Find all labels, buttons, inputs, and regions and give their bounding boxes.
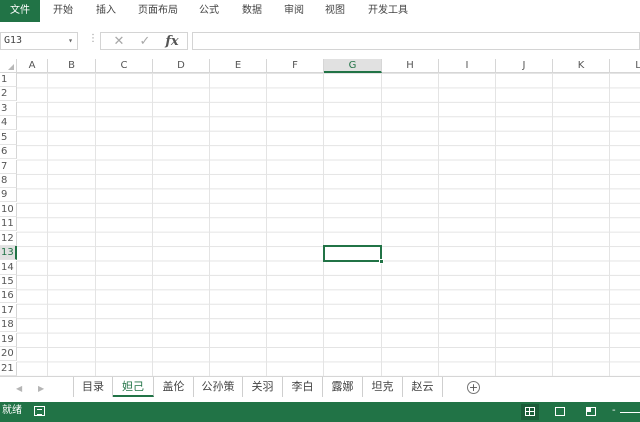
row-header-14[interactable]: 14 — [0, 260, 17, 275]
row-header-20[interactable]: 20 — [0, 347, 17, 362]
name-box-value: G13 — [4, 35, 23, 46]
page-layout-icon — [555, 407, 565, 416]
sheet-tab[interactable]: 关羽 — [243, 377, 283, 397]
row-header-16[interactable]: 16 — [0, 289, 17, 304]
gridline-vertical — [381, 73, 382, 376]
column-header-b[interactable]: B — [48, 59, 96, 73]
gridline-vertical — [47, 73, 48, 376]
row-header-7[interactable]: 7 — [0, 159, 17, 174]
close-icon[interactable]: ✕ — [111, 34, 127, 50]
active-cell-selection[interactable] — [323, 245, 384, 264]
file-tab[interactable]: 文件 — [0, 0, 40, 22]
sheet-tab[interactable]: 妲己 — [113, 377, 154, 397]
column-header-f[interactable]: F — [267, 59, 324, 73]
name-box[interactable]: G13 ▾ — [0, 32, 78, 50]
zoom-slider[interactable] — [620, 412, 640, 413]
sheet-nav-prev-icon[interactable]: ◀ — [16, 384, 22, 393]
column-header-k[interactable]: K — [553, 59, 610, 73]
formula-bar: G13 ▾ ⋮ ✕ ✓ fx — [0, 30, 640, 52]
column-header-g[interactable]: G — [324, 59, 382, 73]
sheet-tab[interactable]: 公孙策 — [194, 377, 243, 397]
ribbon-tab-7[interactable]: 视图 — [325, 0, 351, 22]
ribbon-tab-2[interactable]: 插入 — [96, 0, 122, 22]
ribbon-tab-4[interactable]: 公式 — [199, 0, 225, 22]
grid-view-icon — [525, 407, 535, 416]
add-sheet-button[interactable]: + — [467, 381, 480, 394]
column-header-i[interactable]: I — [439, 59, 496, 73]
cell-area[interactable] — [17, 73, 640, 376]
sheet-nav-next-icon[interactable]: ▶ — [38, 384, 44, 393]
sheet-tab-bar: ◀ ▶ + 目录 妲己 盖伦 公孙策 关羽 李白 露娜 坦克 赵云 — [0, 376, 640, 402]
page-break-view-button[interactable] — [582, 404, 600, 420]
row-header-8[interactable]: 8 — [0, 174, 17, 188]
formula-input[interactable] — [192, 32, 640, 50]
page-break-icon — [586, 407, 596, 416]
gridline-vertical — [495, 73, 496, 376]
gridline-vertical — [323, 73, 324, 376]
formula-bar-buttons: ✕ ✓ fx — [100, 32, 188, 50]
row-header-5[interactable]: 5 — [0, 130, 17, 145]
chevron-down-icon[interactable]: ▾ — [68, 33, 73, 49]
sheet-tab[interactable]: 坦克 — [363, 377, 403, 397]
row-header-9[interactable]: 9 — [0, 188, 17, 203]
row-header-1[interactable]: 1 — [0, 73, 17, 87]
column-header-a[interactable]: A — [17, 59, 48, 73]
status-bar: 就绪 - — [0, 402, 640, 422]
ribbon-tab-8[interactable]: 开发工具 — [368, 0, 412, 22]
gridline-vertical — [266, 73, 267, 376]
zoom-out-button[interactable]: - — [612, 406, 616, 416]
gridline-vertical — [438, 73, 439, 376]
row-header-18[interactable]: 18 — [0, 318, 17, 333]
column-header-e[interactable]: E — [210, 59, 267, 73]
column-header-l[interactable]: L — [610, 59, 640, 73]
row-header-4[interactable]: 4 — [0, 116, 17, 131]
sheet-tab[interactable]: 盖伦 — [154, 377, 194, 397]
row-header-3[interactable]: 3 — [0, 101, 17, 116]
ribbon-tab-1[interactable]: 开始 — [53, 0, 79, 22]
column-header-j[interactable]: J — [496, 59, 553, 73]
ribbon-tab-6[interactable]: 审阅 — [284, 0, 310, 22]
insert-function-icon[interactable]: fx — [163, 34, 181, 50]
formula-bar-resize-handle[interactable]: ⋮ — [88, 33, 98, 44]
fill-handle[interactable] — [379, 258, 384, 264]
ribbon-tab-5[interactable]: 数据 — [242, 0, 268, 22]
select-all-button[interactable] — [0, 59, 17, 73]
select-all-triangle-icon — [8, 64, 14, 70]
check-icon[interactable]: ✓ — [137, 34, 153, 50]
gridline-vertical — [152, 73, 153, 376]
row-header-12[interactable]: 12 — [0, 231, 17, 246]
macro-record-icon[interactable] — [34, 406, 45, 416]
row-header-13[interactable]: 13 — [0, 246, 17, 261]
gridline-vertical — [95, 73, 96, 376]
sheet-tab[interactable]: 李白 — [283, 377, 323, 397]
page-layout-view-button[interactable] — [551, 404, 569, 420]
sheet-tab[interactable]: 露娜 — [323, 377, 363, 397]
column-header-c[interactable]: C — [96, 59, 153, 73]
sheet-tab[interactable]: 目录 — [73, 377, 113, 397]
ribbon-tab-3[interactable]: 页面布局 — [138, 0, 182, 22]
gridline-vertical — [609, 73, 610, 376]
column-header-h[interactable]: H — [382, 59, 439, 73]
status-ready-text: 就绪 — [2, 405, 22, 416]
row-header-21[interactable]: 21 — [0, 361, 17, 376]
gridline-vertical — [552, 73, 553, 376]
ribbon-tab-bar: 文件 开始 插入 页面布局 公式 数据 审阅 视图 开发工具 — [0, 0, 640, 22]
gridline-vertical — [209, 73, 210, 376]
normal-view-button[interactable] — [521, 404, 539, 420]
column-header-d[interactable]: D — [153, 59, 210, 73]
row-header-10[interactable]: 10 — [0, 202, 17, 217]
row-header-15[interactable]: 15 — [0, 275, 17, 290]
sheet-tab[interactable]: 赵云 — [403, 377, 443, 397]
row-header-11[interactable]: 11 — [0, 217, 17, 232]
row-header-2[interactable]: 2 — [0, 87, 17, 102]
row-header-6[interactable]: 6 — [0, 145, 17, 160]
row-header-19[interactable]: 19 — [0, 332, 17, 347]
row-header-17[interactable]: 17 — [0, 303, 17, 318]
worksheet-grid[interactable]: A B C D E F G H I J K L 1 2 3 4 5 6 7 8 9 10 11 12 13 14 15 16 17 18 1… — [0, 59, 640, 376]
